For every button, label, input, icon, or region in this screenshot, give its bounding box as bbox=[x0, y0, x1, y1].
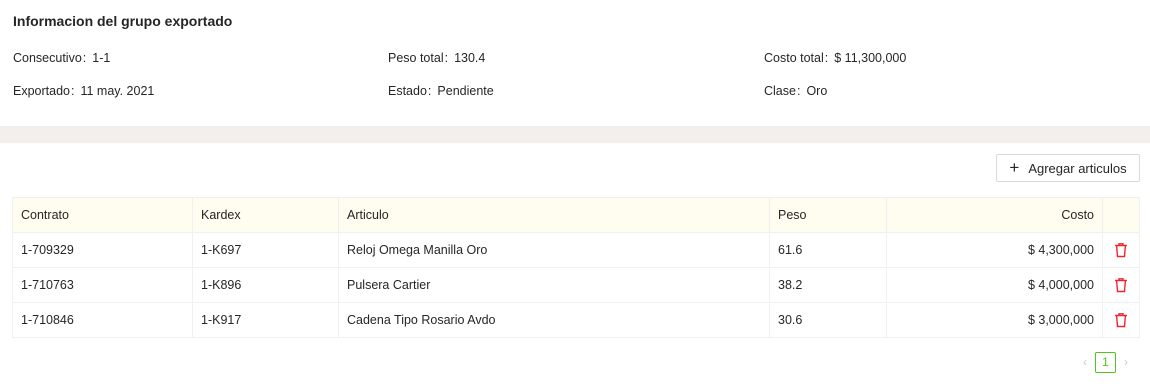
cell-actions bbox=[1102, 232, 1140, 268]
add-articles-button[interactable]: + Agregar articulos bbox=[996, 154, 1140, 182]
cell-peso: 38.2 bbox=[769, 267, 887, 303]
delete-icon[interactable] bbox=[1114, 312, 1128, 328]
next-page-icon[interactable]: › bbox=[1119, 351, 1133, 373]
table-row: 1-710763 1-K896 Pulsera Cartier 38.2 $ 4… bbox=[12, 267, 1140, 303]
pagination: ‹ 1 › bbox=[1078, 351, 1133, 373]
cell-contrato: 1-709329 bbox=[12, 232, 193, 268]
consecutivo-field: Consecutivo: 1-1 bbox=[13, 51, 111, 65]
costo-total-value: $ 11,300,000 bbox=[834, 51, 907, 65]
consecutivo-label: Consecutivo bbox=[13, 51, 82, 65]
clase-field: Clase: Oro bbox=[764, 84, 828, 98]
column-header-articulo[interactable]: Articulo bbox=[338, 197, 770, 233]
exportado-value: 11 may. 2021 bbox=[80, 84, 155, 98]
cell-actions bbox=[1102, 267, 1140, 303]
column-header-peso[interactable]: Peso bbox=[769, 197, 887, 233]
add-articles-label: Agregar articulos bbox=[1028, 160, 1127, 176]
cell-contrato: 1-710763 bbox=[12, 267, 193, 303]
column-header-contrato[interactable]: Contrato bbox=[12, 197, 193, 233]
cell-costo: $ 3,000,000 bbox=[886, 302, 1103, 338]
cell-kardex: 1-K896 bbox=[192, 267, 339, 303]
cell-kardex: 1-K917 bbox=[192, 302, 339, 338]
column-header-actions bbox=[1102, 197, 1140, 233]
card-title: Informacion del grupo exportado bbox=[13, 13, 233, 29]
exportado-field: Exportado: 11 may. 2021 bbox=[13, 84, 155, 98]
table-header-row: Contrato Kardex Articulo Peso Costo bbox=[12, 197, 1140, 233]
column-header-costo[interactable]: Costo bbox=[886, 197, 1103, 233]
peso-total-value: 130.4 bbox=[454, 51, 486, 65]
clase-label: Clase bbox=[764, 84, 796, 98]
cell-articulo: Cadena Tipo Rosario Avdo bbox=[338, 302, 770, 338]
cell-costo: $ 4,300,000 bbox=[886, 232, 1103, 268]
cell-actions bbox=[1102, 302, 1140, 338]
group-info-card: Informacion del grupo exportado Consecut… bbox=[0, 0, 1150, 126]
costo-total-label: Costo total bbox=[764, 51, 824, 65]
table-row: 1-710846 1-K917 Cadena Tipo Rosario Avdo… bbox=[12, 302, 1140, 338]
delete-icon[interactable] bbox=[1114, 277, 1128, 293]
consecutivo-value: 1-1 bbox=[92, 51, 111, 65]
peso-total-field: Peso total: 130.4 bbox=[388, 51, 486, 65]
cell-peso: 61.6 bbox=[769, 232, 887, 268]
peso-total-label: Peso total bbox=[388, 51, 444, 65]
page-number-current[interactable]: 1 bbox=[1095, 351, 1116, 373]
cell-contrato: 1-710846 bbox=[12, 302, 193, 338]
exportado-label: Exportado bbox=[13, 84, 70, 98]
delete-icon[interactable] bbox=[1114, 242, 1128, 258]
cell-peso: 30.6 bbox=[769, 302, 887, 338]
estado-label: Estado bbox=[388, 84, 427, 98]
prev-page-icon[interactable]: ‹ bbox=[1078, 351, 1092, 373]
cell-kardex: 1-K697 bbox=[192, 232, 339, 268]
estado-value: Pendiente bbox=[437, 84, 494, 98]
table-row: 1-709329 1-K697 Reloj Omega Manilla Oro … bbox=[12, 232, 1140, 268]
estado-field: Estado: Pendiente bbox=[388, 84, 494, 98]
cell-articulo: Pulsera Cartier bbox=[338, 267, 770, 303]
articles-table: Contrato Kardex Articulo Peso Costo 1-70… bbox=[12, 197, 1140, 338]
column-header-kardex[interactable]: Kardex bbox=[192, 197, 339, 233]
clase-value: Oro bbox=[806, 84, 828, 98]
costo-total-field: Costo total: $ 11,300,000 bbox=[764, 51, 907, 65]
cell-articulo: Reloj Omega Manilla Oro bbox=[338, 232, 770, 268]
cell-costo: $ 4,000,000 bbox=[886, 267, 1103, 303]
plus-icon: + bbox=[1009, 157, 1020, 177]
